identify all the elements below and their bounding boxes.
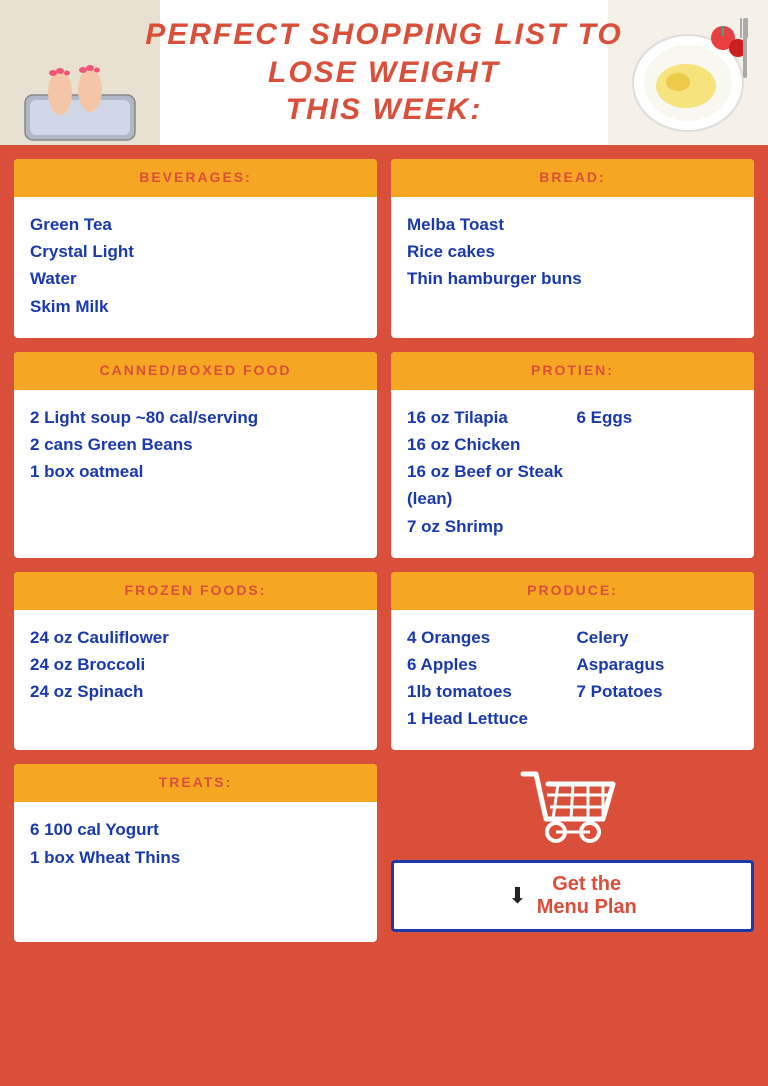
main-grid: BEVERAGES: Green Tea Crystal Light Water… [0,145,768,764]
canned-card: CANNED/BOXED FOOD 2 Light soup ~80 cal/s… [14,352,377,558]
canned-item-2: 2 cans Green Beans [30,431,361,458]
frozen-header: FROZEN FOODS: [14,572,377,610]
produce-item-3: 1lb tomatoes [407,678,569,705]
protein-col2: 6 Eggs [577,404,739,540]
cta-section: ⬇ Get the Menu Plan [391,764,754,942]
bread-header: BREAD: [391,159,754,197]
treats-item-1: 6 100 cal Yogurt [30,816,361,843]
scale-image [0,0,160,145]
produce-columns: 4 Oranges 6 Apples 1lb tomatoes 1 Head L… [407,624,738,733]
beverages-item-4: Skim Milk [30,293,361,320]
produce-item-4: 1 Head Lettuce [407,705,569,732]
protein-header: PROTIEN: [391,352,754,390]
bread-card: BREAD: Melba Toast Rice cakes Thin hambu… [391,159,754,338]
page-header: PERFECT SHOPPING LIST TO LOSE WEIGHT THI… [0,0,768,145]
frozen-item-1: 24 oz Cauliflower [30,624,361,651]
beverages-item-1: Green Tea [30,211,361,238]
produce-item-1: 4 Oranges [407,624,569,651]
get-menu-plan-button[interactable]: ⬇ Get the Menu Plan [391,860,754,932]
produce-asparagus: Asparagus [577,651,739,678]
beverages-item-2: Crystal Light [30,238,361,265]
beverages-item-3: Water [30,265,361,292]
cart-icon [518,764,628,854]
bread-item-2: Rice cakes [407,238,738,265]
frozen-item-2: 24 oz Broccoli [30,651,361,678]
canned-body: 2 Light soup ~80 cal/serving 2 cans Gree… [14,390,377,504]
beverages-header: BEVERAGES: [14,159,377,197]
treats-item-2: 1 box Wheat Thins [30,844,361,871]
canned-header: CANNED/BOXED FOOD [14,352,377,390]
protein-card: PROTIEN: 16 oz Tilapia 16 oz Chicken 16 … [391,352,754,558]
protein-item-1: 16 oz Tilapia [407,404,569,431]
frozen-body: 24 oz Cauliflower 24 oz Broccoli 24 oz S… [14,610,377,724]
bottom-row: TREATS: 6 100 cal Yogurt 1 box Wheat Thi… [0,764,768,956]
bread-body: Melba Toast Rice cakes Thin hamburger bu… [391,197,754,311]
protein-item-2: 16 oz Chicken [407,431,569,458]
protein-col1: 16 oz Tilapia 16 oz Chicken 16 oz Beef o… [407,404,569,540]
produce-potatoes: 7 Potatoes [577,678,739,705]
produce-celery: Celery [577,624,739,651]
download-icon: ⬇ [508,883,526,909]
beverages-body: Green Tea Crystal Light Water Skim Milk [14,197,377,338]
produce-header: PRODUCE: [391,572,754,610]
treats-card: TREATS: 6 100 cal Yogurt 1 box Wheat Thi… [14,764,377,942]
page-title: PERFECT SHOPPING LIST TO LOSE WEIGHT THI… [145,16,623,129]
treats-header: TREATS: [14,764,377,802]
treats-body: 6 100 cal Yogurt 1 box Wheat Thins [14,802,377,888]
protein-item-4: 7 oz Shrimp [407,513,569,540]
produce-col1: 4 Oranges 6 Apples 1lb tomatoes 1 Head L… [407,624,569,733]
protein-body: 16 oz Tilapia 16 oz Chicken 16 oz Beef o… [391,390,754,558]
frozen-card: FROZEN FOODS: 24 oz Cauliflower 24 oz Br… [14,572,377,751]
frozen-item-3: 24 oz Spinach [30,678,361,705]
protein-eggs: 6 Eggs [577,404,739,431]
bread-item-3: Thin hamburger buns [407,265,738,292]
produce-col2: Celery Asparagus 7 Potatoes [577,624,739,733]
canned-item-3: 1 box oatmeal [30,458,361,485]
beverages-card: BEVERAGES: Green Tea Crystal Light Water… [14,159,377,338]
produce-card: PRODUCE: 4 Oranges 6 Apples 1lb tomatoes… [391,572,754,751]
protein-columns: 16 oz Tilapia 16 oz Chicken 16 oz Beef o… [407,404,738,540]
bread-item-1: Melba Toast [407,211,738,238]
canned-item-1: 2 Light soup ~80 cal/serving [30,404,361,431]
cta-label: Get the Menu Plan [537,873,637,919]
plate-image [608,0,768,145]
protein-item-3: 16 oz Beef or Steak (lean) [407,458,569,512]
produce-item-2: 6 Apples [407,651,569,678]
produce-body: 4 Oranges 6 Apples 1lb tomatoes 1 Head L… [391,610,754,751]
